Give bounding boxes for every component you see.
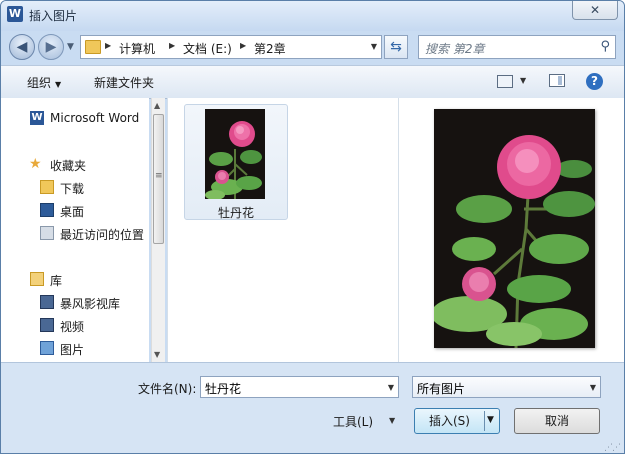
sidebar-item-microsoft-word[interactable]: W Microsoft Word <box>1 108 149 128</box>
help-icon[interactable]: ? <box>586 73 603 90</box>
video-library-icon <box>40 295 54 309</box>
new-folder-button[interactable]: 新建文件夹 <box>94 74 154 91</box>
title-bar: W 插入图片 ✕ <box>1 1 624 31</box>
filename-combobox[interactable]: 牡丹花 ▼ <box>200 376 399 398</box>
sidebar-item-label: 下载 <box>60 182 85 196</box>
sidebar-item-video-library[interactable]: 暴风影视库 <box>1 292 149 312</box>
sidebar-item-pictures[interactable]: 图片 <box>1 338 149 358</box>
tools-dropdown-icon[interactable]: ▼ <box>389 416 395 425</box>
sidebar-item-label: 最近访问的位置 <box>60 228 145 242</box>
dialog-footer: 文件名(N): 牡丹花 ▼ 所有图片 ▼ 工具(L) ▼ 插入(S) ▼ 取消 … <box>1 362 624 453</box>
navigation-bar: ◀ ▶ ▼ ▶ 计算机 ▶ 文档 (E:) ▶ 第2章 ▼ ⇆ 搜索 第2章 ⚲ <box>1 31 624 65</box>
scroll-up-icon[interactable]: ▲ <box>154 101 160 110</box>
organize-button[interactable]: 组织 ▼ <box>27 74 61 91</box>
sidebar-item-label: 图片 <box>60 343 85 357</box>
cancel-button[interactable]: 取消 <box>514 408 600 434</box>
filetype-value: 所有图片 <box>417 382 466 396</box>
navigation-pane: W Microsoft Word ★ 收藏夹 下载 桌面 最近访问的位置 库 暴… <box>1 98 149 362</box>
sidebar-item-label: Microsoft Word <box>50 111 140 125</box>
navigation-scrollbar[interactable]: ▲ ▼ <box>151 98 165 362</box>
recent-places-icon <box>40 226 54 240</box>
sidebar-item-favorites[interactable]: ★ 收藏夹 <box>1 154 149 174</box>
address-dropdown-icon[interactable]: ▼ <box>371 42 377 51</box>
resize-grip-icon[interactable]: ⋰⋰ <box>604 443 621 453</box>
sidebar-item-downloads[interactable]: 下载 <box>1 177 149 197</box>
file-list: 牡丹花 <box>167 98 398 362</box>
preview-pane-toggle-icon[interactable] <box>549 74 565 87</box>
filename-label: 文件名(N): <box>138 382 197 396</box>
file-thumbnail <box>205 109 265 199</box>
insert-button[interactable]: 插入(S) ▼ <box>414 408 500 434</box>
address-bar[interactable]: ▶ 计算机 ▶ 文档 (E:) ▶ 第2章 ▼ <box>80 35 382 59</box>
filename-input[interactable]: 牡丹花 <box>205 380 241 397</box>
view-options-dropdown[interactable]: ▼ <box>520 76 526 85</box>
insert-label: 插入(S) <box>429 414 470 428</box>
organize-label: 组织 <box>27 76 52 90</box>
search-box[interactable]: 搜索 第2章 ⚲ <box>418 35 616 59</box>
sidebar-item-label: 库 <box>50 274 63 288</box>
video-icon <box>40 318 54 332</box>
sidebar-item-label: 暴风影视库 <box>60 297 121 311</box>
breadcrumb-arrow-icon[interactable]: ▶ <box>240 41 246 50</box>
scrollbar-thumb[interactable] <box>153 114 164 244</box>
split-divider <box>484 411 485 431</box>
preview-pane <box>398 98 624 362</box>
star-icon: ★ <box>29 156 42 172</box>
chevron-down-icon[interactable]: ▼ <box>590 383 596 392</box>
recent-pages-dropdown[interactable]: ▼ <box>67 42 74 52</box>
search-icon[interactable]: ⚲ <box>600 39 610 54</box>
command-toolbar: 组织 ▼ 新建文件夹 ▼ ? <box>1 65 624 99</box>
close-button[interactable]: ✕ <box>572 1 618 20</box>
window-title: 插入图片 <box>29 9 78 23</box>
search-input[interactable]: 搜索 第2章 <box>425 40 484 57</box>
filetype-select[interactable]: 所有图片 ▼ <box>412 376 601 398</box>
sidebar-item-libraries[interactable]: 库 <box>1 269 149 289</box>
sidebar-item-label: 收藏夹 <box>50 159 87 173</box>
file-item-peony[interactable]: 牡丹花 <box>184 104 288 220</box>
word-icon: W <box>30 111 44 125</box>
sidebar-item-desktop[interactable]: 桌面 <box>1 200 149 220</box>
change-view-icon[interactable] <box>497 75 513 88</box>
pictures-icon <box>40 341 54 355</box>
scroll-down-icon[interactable]: ▼ <box>154 350 160 359</box>
breadcrumb-computer[interactable]: 计算机 <box>119 40 155 57</box>
insert-options-dropdown-icon[interactable]: ▼ <box>487 408 494 432</box>
folder-icon <box>85 40 101 54</box>
sidebar-item-recent-places[interactable]: 最近访问的位置 <box>1 223 149 243</box>
sidebar-item-label: 视频 <box>60 320 85 334</box>
breadcrumb-arrow-icon[interactable]: ▶ <box>169 41 175 50</box>
file-name: 牡丹花 <box>217 206 254 220</box>
word-app-icon: W <box>7 6 23 22</box>
back-button[interactable]: ◀ <box>9 34 35 60</box>
insert-picture-dialog: W 插入图片 ✕ ◀ ▶ ▼ ▶ 计算机 ▶ 文档 (E:) ▶ 第2章 ▼ ⇆… <box>0 0 625 454</box>
sidebar-item-label: 桌面 <box>60 205 85 219</box>
desktop-icon <box>40 203 54 217</box>
preview-image <box>434 109 595 348</box>
forward-button[interactable]: ▶ <box>38 34 64 60</box>
breadcrumb-arrow-icon[interactable]: ▶ <box>105 41 111 50</box>
refresh-button[interactable]: ⇆ <box>384 35 408 59</box>
sidebar-item-videos[interactable]: 视频 <box>1 315 149 335</box>
breadcrumb-folder[interactable]: 第2章 <box>254 40 286 57</box>
library-icon <box>30 272 44 286</box>
chevron-down-icon[interactable]: ▼ <box>388 383 394 392</box>
chevron-down-icon: ▼ <box>55 80 62 89</box>
downloads-folder-icon <box>40 180 54 194</box>
tools-button[interactable]: 工具(L) <box>333 413 373 430</box>
breadcrumb-drive[interactable]: 文档 (E:) <box>183 40 232 57</box>
